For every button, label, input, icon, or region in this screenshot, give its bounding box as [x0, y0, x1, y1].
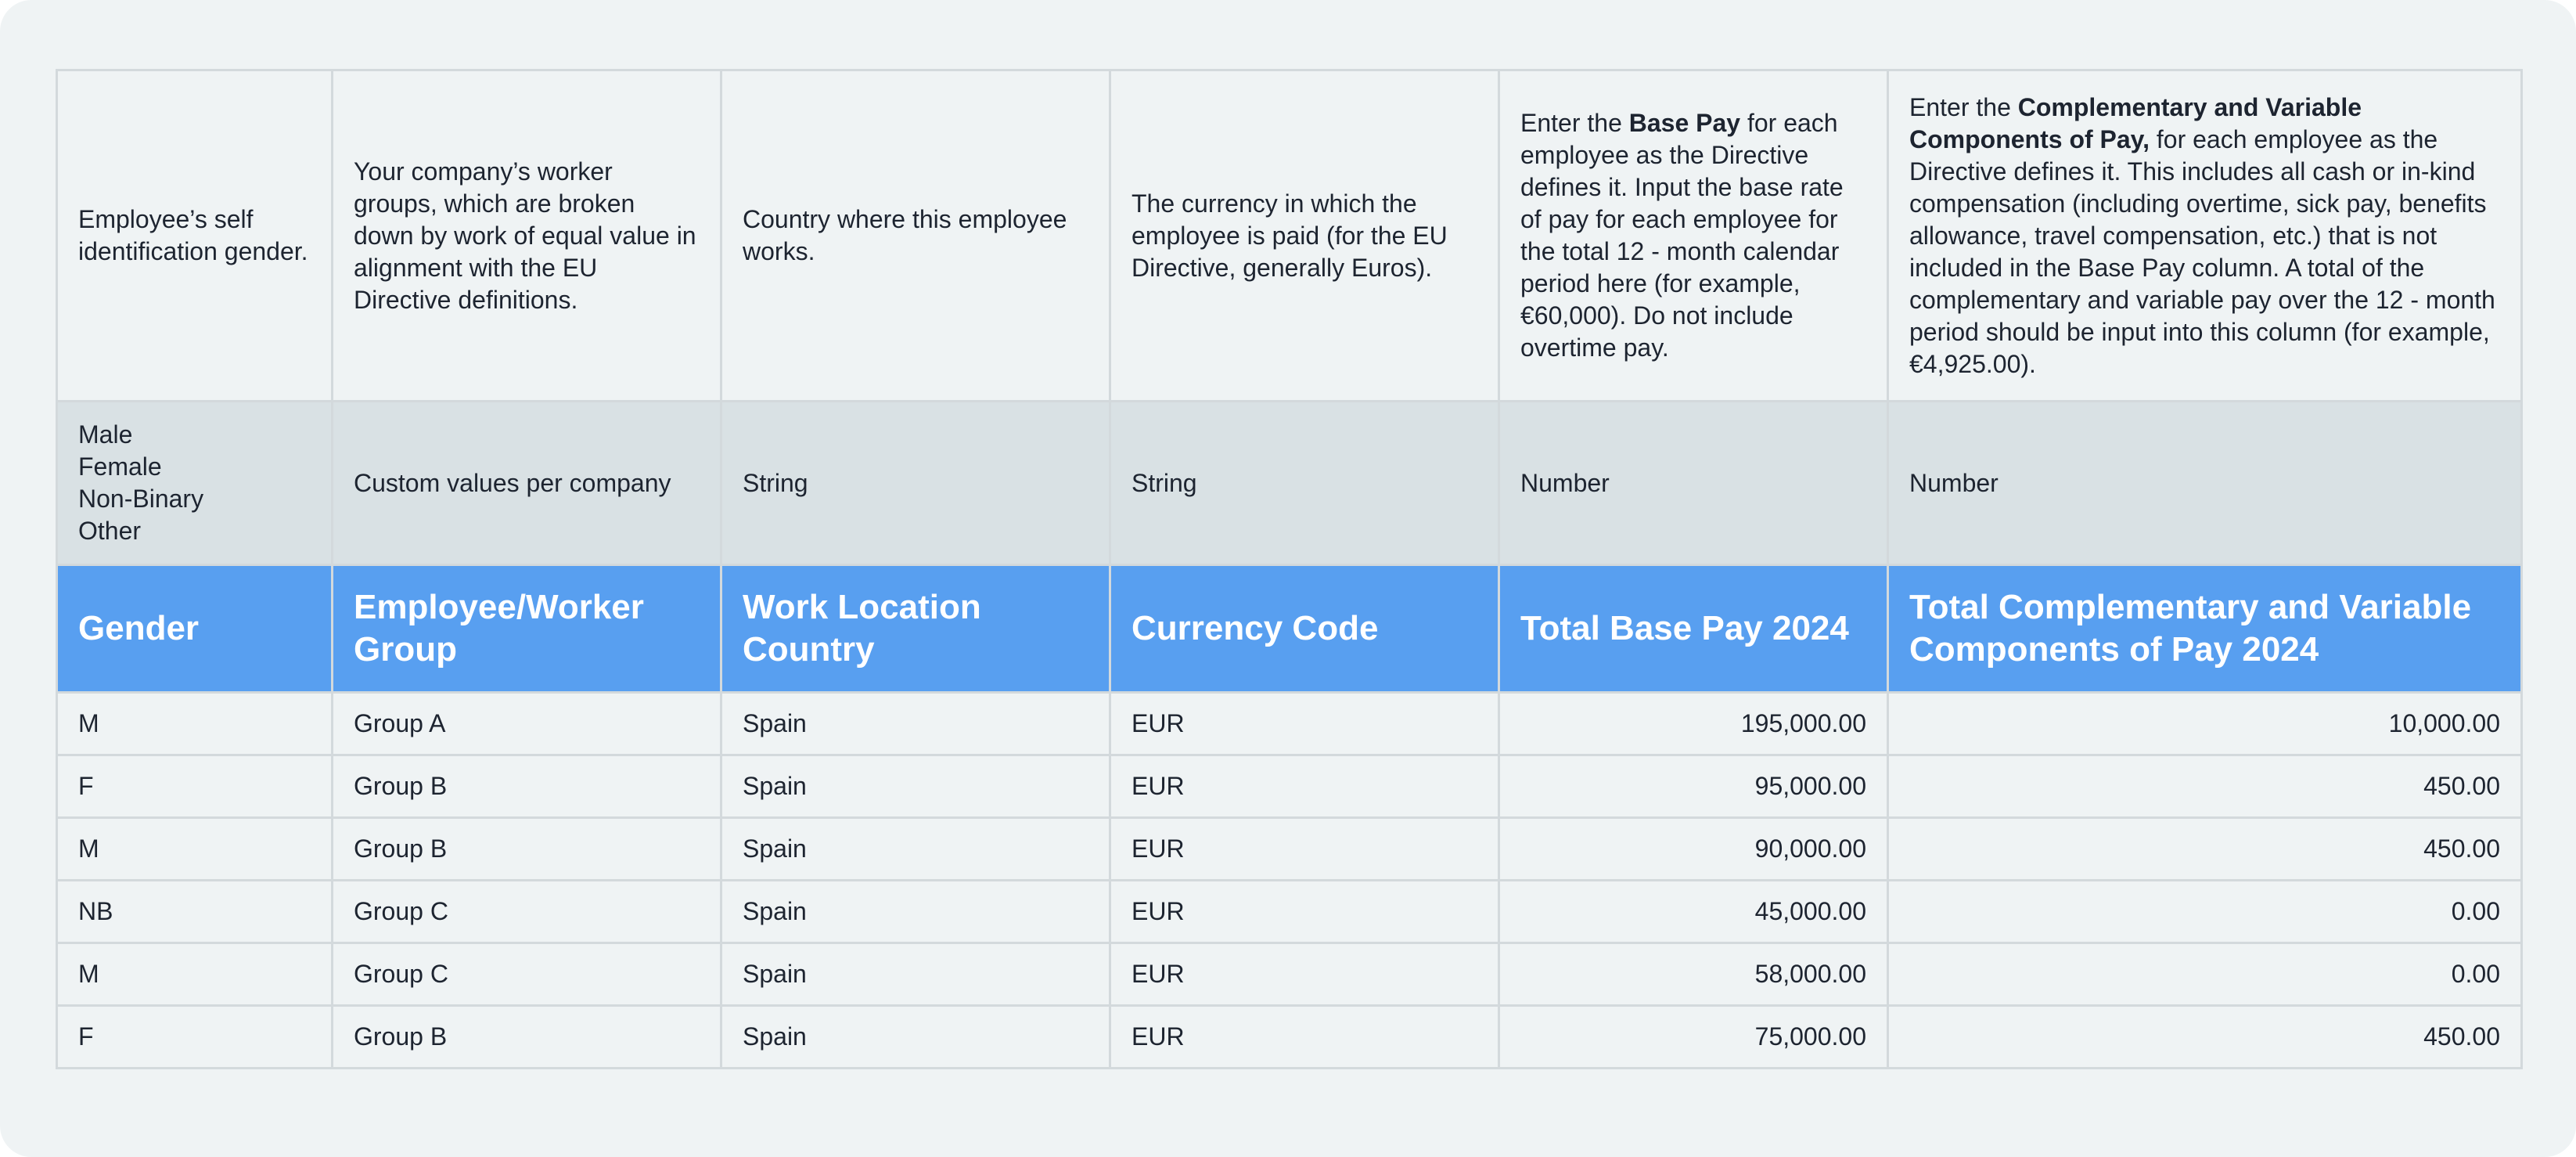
gender-option: Non-Binary	[78, 485, 204, 513]
cell-country: Spain	[720, 942, 1111, 1007]
cell-variable-pay: 0.00	[1887, 879, 2523, 944]
table-row: F Group B Spain EUR 75,000.00 450.00	[56, 1004, 2523, 1069]
cell-country: Spain	[720, 754, 1111, 819]
cell-country: Spain	[720, 879, 1111, 944]
cell-gender: F	[56, 1004, 333, 1069]
cell-base-pay: 195,000.00	[1498, 691, 1889, 756]
cell-variable-pay: 0.00	[1887, 942, 2523, 1007]
table-row: F Group B Spain EUR 95,000.00 450.00	[56, 754, 2523, 819]
cell-country: Spain	[720, 691, 1111, 756]
gender-option: Other	[78, 517, 142, 545]
header-variable-pay: Total Complementary and Variable Compone…	[1887, 564, 2523, 694]
cell-base-pay: 90,000.00	[1498, 816, 1889, 881]
cell-country: Spain	[720, 1004, 1111, 1069]
cell-gender: F	[56, 754, 333, 819]
cell-gender: M	[56, 942, 333, 1007]
cell-currency: EUR	[1109, 942, 1500, 1007]
gender-option: Male	[78, 420, 133, 449]
table-row: M Group B Spain EUR 90,000.00 450.00	[56, 816, 2523, 881]
cell-base-pay: 95,000.00	[1498, 754, 1889, 819]
cell-variable-pay: 450.00	[1887, 754, 2523, 819]
variable-pay-type: Number	[1887, 400, 2523, 566]
cell-group: Group B	[331, 754, 722, 819]
table-row: M Group C Spain EUR 58,000.00 0.00	[56, 942, 2523, 1007]
country-type: String	[720, 400, 1111, 566]
header-base-pay: Total Base Pay 2024	[1498, 564, 1889, 694]
cell-variable-pay: 450.00	[1887, 1004, 2523, 1069]
group-type: Custom values per company	[331, 400, 722, 566]
cell-group: Group B	[331, 1004, 722, 1069]
cell-base-pay: 45,000.00	[1498, 879, 1889, 944]
base-pay-description: Enter the Base Pay for each employee as …	[1498, 69, 1889, 402]
cell-base-pay: 75,000.00	[1498, 1004, 1889, 1069]
cell-currency: EUR	[1109, 691, 1500, 756]
cell-variable-pay: 10,000.00	[1887, 691, 2523, 756]
cell-group: Group C	[331, 942, 722, 1007]
currency-type: String	[1109, 400, 1500, 566]
header-gender: Gender	[56, 564, 333, 694]
cell-country: Spain	[720, 816, 1111, 881]
description-row: Employee’s self identification gender. Y…	[56, 69, 2523, 402]
cell-currency: EUR	[1109, 1004, 1500, 1069]
cell-group: Group B	[331, 816, 722, 881]
cell-gender: M	[56, 691, 333, 756]
cell-currency: EUR	[1109, 816, 1500, 881]
currency-description: The currency in which the employee is pa…	[1109, 69, 1500, 402]
header-country: Work Location Country	[720, 564, 1111, 694]
gender-description: Employee’s self identification gender.	[56, 69, 333, 402]
cell-gender: NB	[56, 879, 333, 944]
cell-currency: EUR	[1109, 754, 1500, 819]
header-row: Gender Employee/Worker Group Work Locati…	[56, 564, 2523, 694]
header-group: Employee/Worker Group	[331, 564, 722, 694]
header-currency: Currency Code	[1109, 564, 1500, 694]
cell-variable-pay: 450.00	[1887, 816, 2523, 881]
cell-base-pay: 58,000.00	[1498, 942, 1889, 1007]
cell-group: Group C	[331, 879, 722, 944]
cell-gender: M	[56, 816, 333, 881]
table-card: Employee’s self identification gender. Y…	[0, 0, 2576, 1157]
variable-pay-description: Enter the Complementary and Variable Com…	[1887, 69, 2523, 402]
type-row: Male Female Non-Binary Other Custom valu…	[56, 400, 2523, 566]
country-description: Country where this employee works.	[720, 69, 1111, 402]
gender-options: Male Female Non-Binary Other	[56, 400, 333, 566]
table-row: M Group A Spain EUR 195,000.00 10,000.00	[56, 691, 2523, 756]
table-row: NB Group C Spain EUR 45,000.00 0.00	[56, 879, 2523, 944]
group-description: Your company’s worker groups, which are …	[331, 69, 722, 402]
base-pay-type: Number	[1498, 400, 1889, 566]
cell-group: Group A	[331, 691, 722, 756]
cell-currency: EUR	[1109, 879, 1500, 944]
gender-option: Female	[78, 452, 162, 481]
pay-data-table: Employee’s self identification gender. Y…	[56, 69, 2523, 1069]
